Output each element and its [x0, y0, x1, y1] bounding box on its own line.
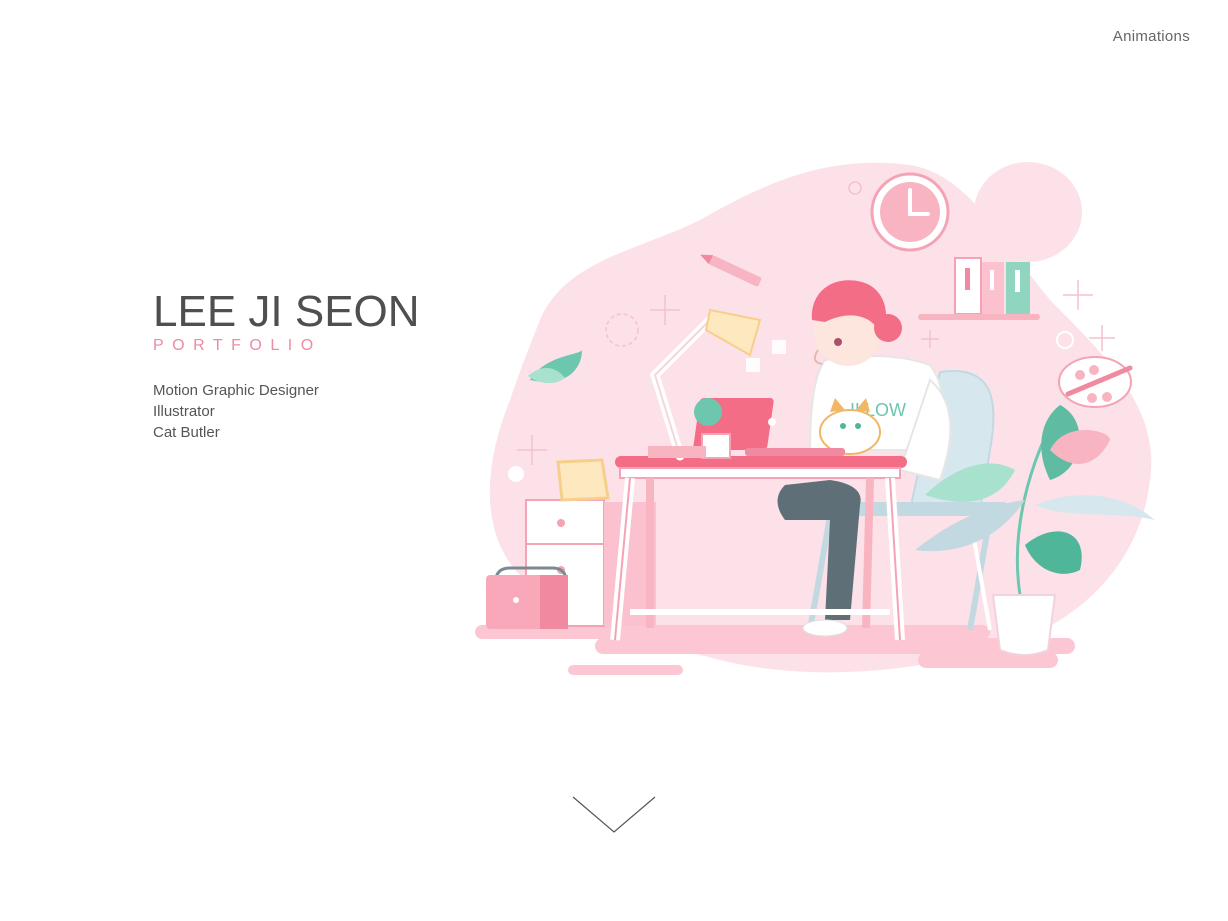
role-item: Illustrator	[153, 403, 215, 420]
bag-icon	[486, 566, 568, 629]
clock-icon	[870, 172, 950, 252]
chevron-down-icon[interactable]	[570, 792, 658, 836]
hero-illustration: ILLOW	[475, 162, 1155, 675]
page-subtitle: PORTFOLIO	[153, 337, 322, 354]
decor-circle	[508, 466, 524, 482]
background-blob-small	[974, 162, 1082, 262]
nav-link-animations[interactable]: Animations	[1113, 28, 1190, 45]
photo-frame	[556, 458, 610, 502]
intro-block: LEE JI SEON PORTFOLIO Motion Graphic Des…	[153, 288, 473, 443]
shoe	[802, 619, 848, 637]
roles-list: Motion Graphic Designer Illustrator Cat …	[153, 380, 473, 443]
role-item: Cat Butler	[153, 424, 220, 441]
page-title: LEE JI SEON	[153, 287, 420, 336]
role-item: Motion Graphic Designer	[153, 382, 319, 399]
floor-shadow	[568, 665, 683, 675]
palette-icon	[1058, 356, 1133, 408]
